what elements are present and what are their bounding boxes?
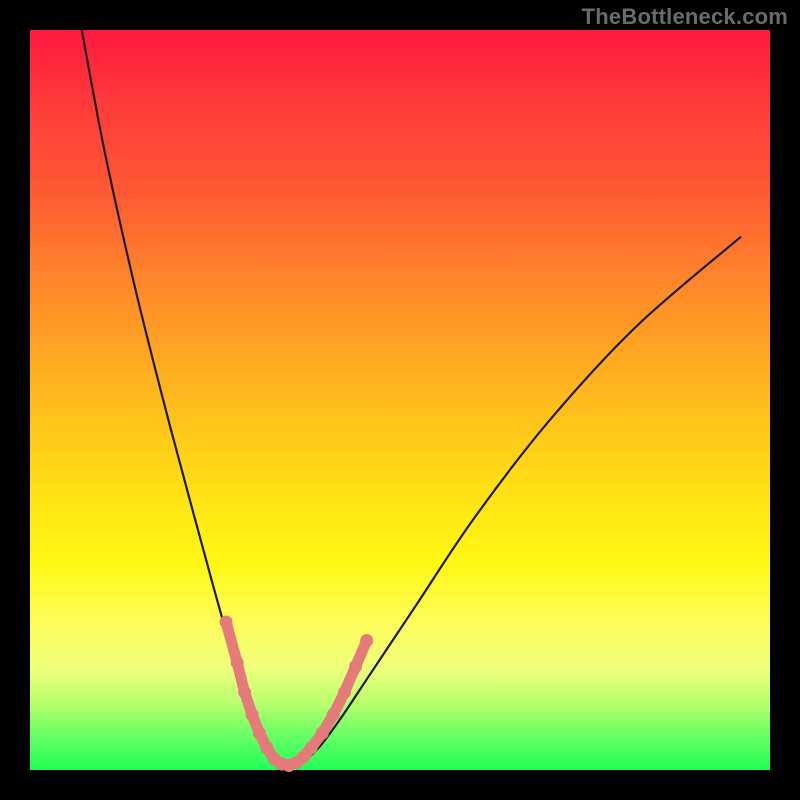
chart-frame: TheBottleneck.com bbox=[0, 0, 800, 800]
bottleneck-curve bbox=[82, 30, 741, 766]
watermark-text: TheBottleneck.com bbox=[582, 4, 788, 30]
marker-dot bbox=[246, 708, 259, 721]
marker-dot bbox=[260, 741, 273, 754]
marker-dot bbox=[220, 616, 233, 629]
marker-dot bbox=[360, 634, 373, 647]
marker-dot bbox=[338, 686, 351, 699]
chart-svg bbox=[30, 30, 770, 770]
marker-dot bbox=[349, 660, 362, 673]
marker-dot bbox=[305, 741, 318, 754]
marker-dot bbox=[253, 727, 266, 740]
marker-layer bbox=[220, 616, 374, 773]
marker-dot bbox=[316, 727, 329, 740]
plot-area bbox=[30, 30, 770, 770]
marker-dot bbox=[238, 686, 251, 699]
curve-layer bbox=[82, 30, 741, 766]
marker-dot bbox=[327, 708, 340, 721]
marker-dot bbox=[231, 656, 244, 669]
